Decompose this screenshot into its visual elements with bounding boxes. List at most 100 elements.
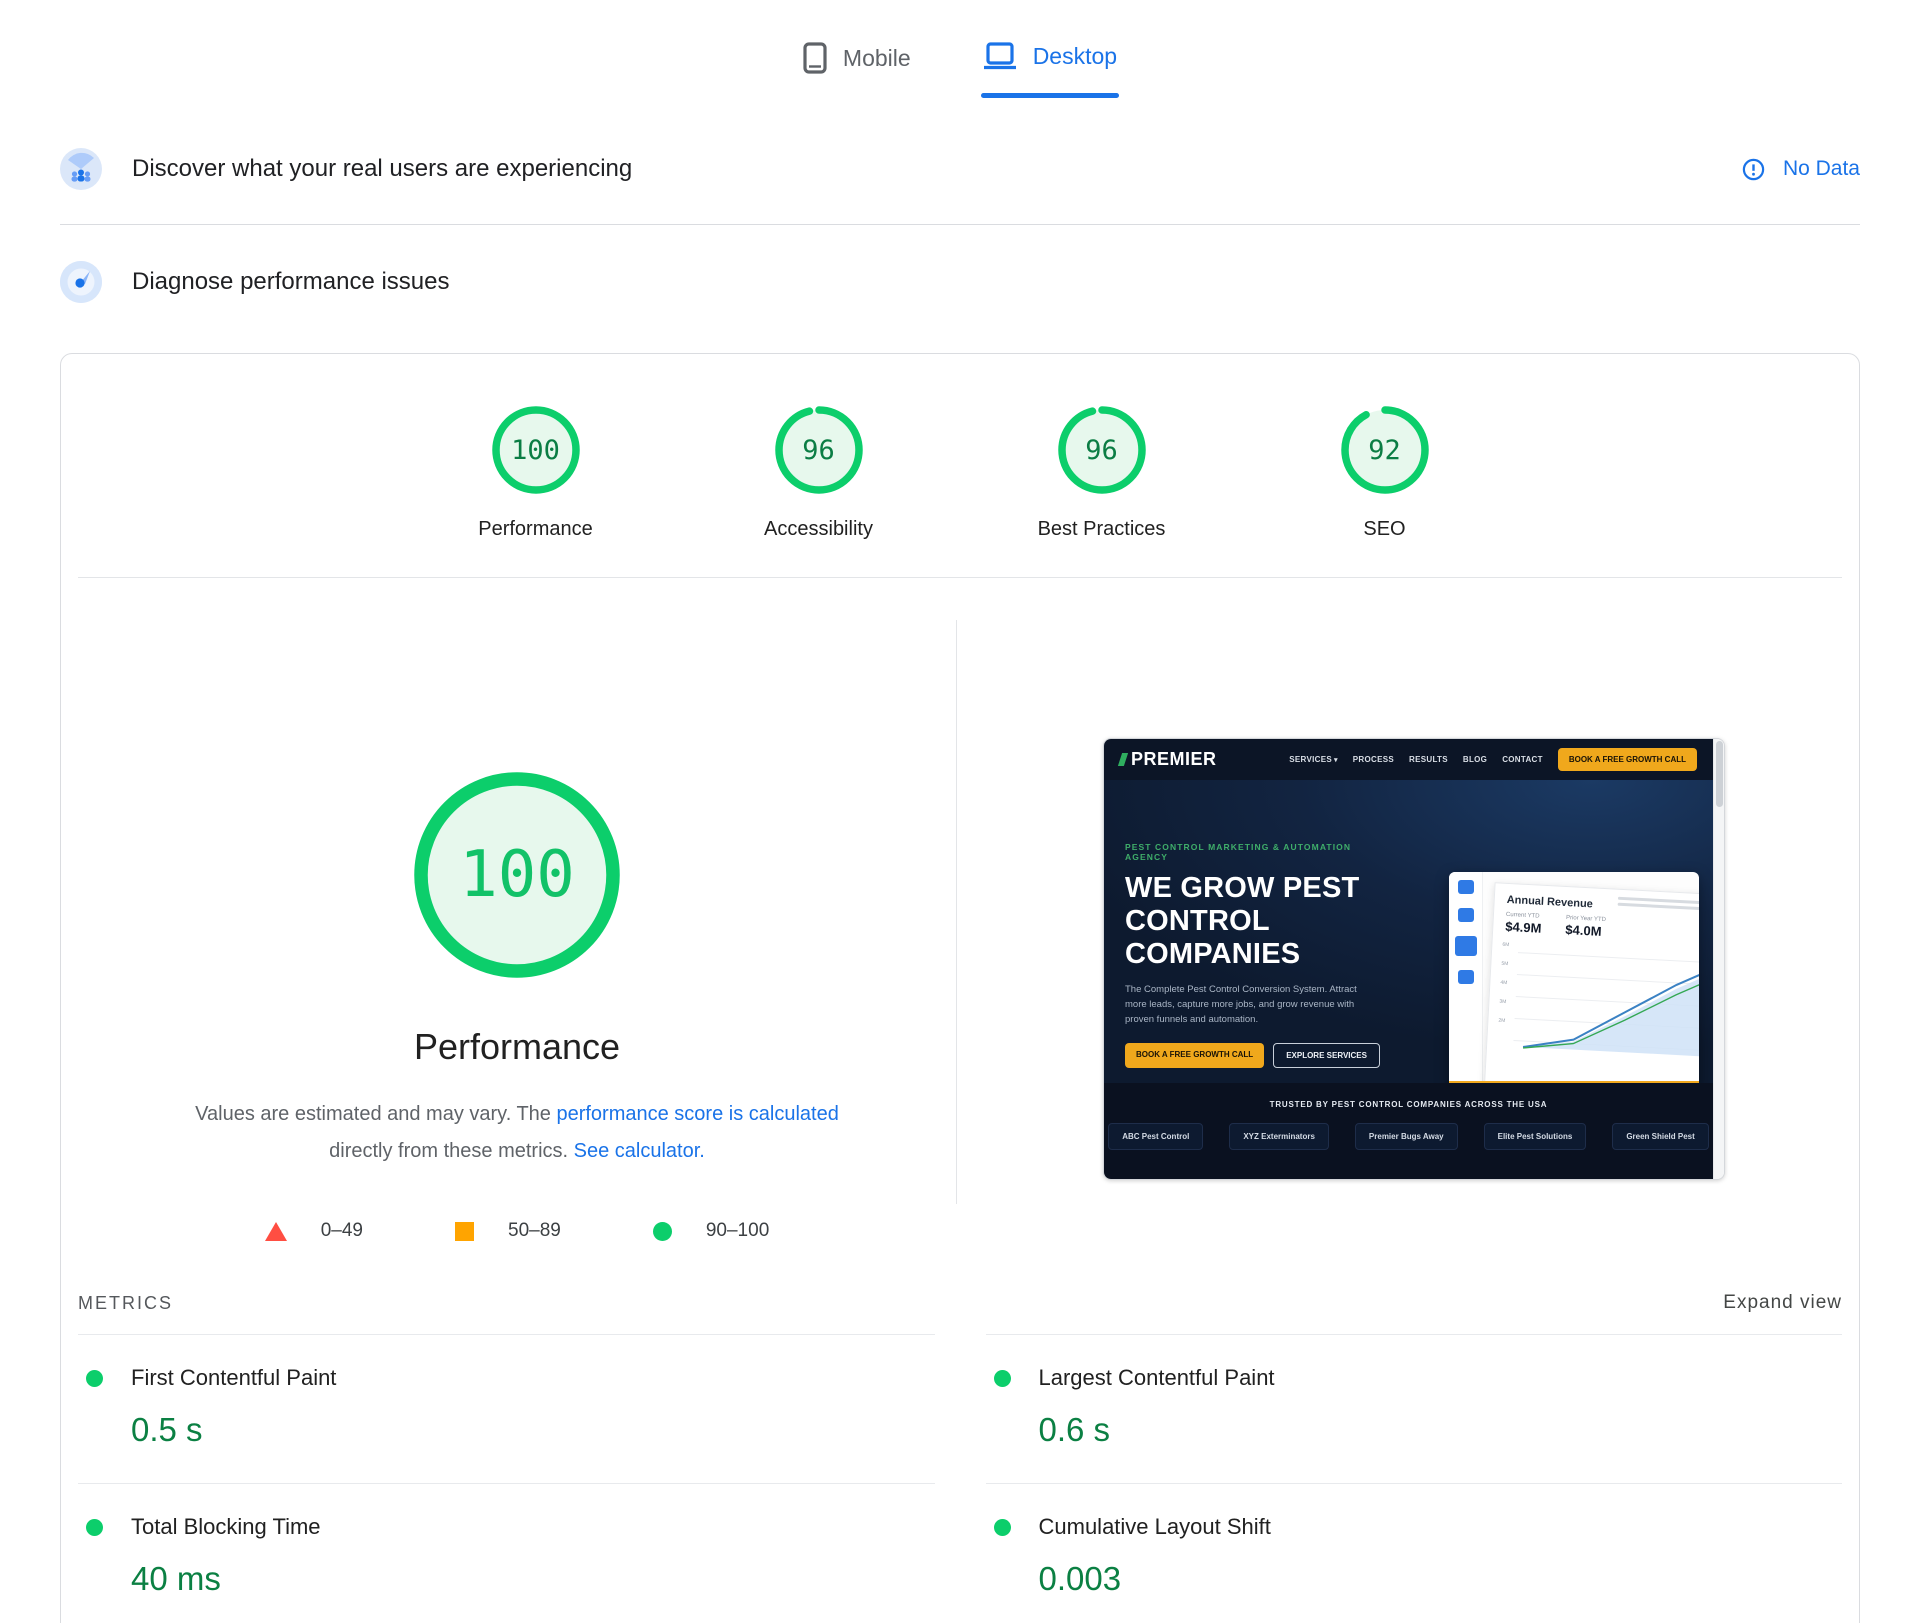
expand-view-button[interactable]: Expand view (1723, 1292, 1842, 1314)
real-users-icon (60, 148, 102, 190)
mobile-phone-icon (803, 42, 827, 74)
legend-average: 50–89 (455, 1220, 561, 1242)
gauge-performance-ring: 100 (490, 404, 582, 496)
metric-value: 0.5 s (131, 1411, 935, 1449)
metric-label: First Contentful Paint (131, 1365, 336, 1391)
metric-cumulative-layout-shift: Cumulative Layout Shift 0.003 (986, 1483, 1843, 1623)
sidebar-tile-icon (1458, 880, 1474, 894)
active-tab-underline (981, 93, 1119, 98)
screenshot-content: PREMIER SERVICES▾ PROCESS RESULTS BLOG C… (1104, 739, 1713, 1179)
performance-score-panel: 100 Performance Values are estimated and… (78, 578, 956, 1266)
tab-desktop[interactable]: Desktop (983, 42, 1117, 98)
metric-label: Total Blocking Time (131, 1514, 321, 1540)
pass-dot-icon (86, 1370, 103, 1387)
gauge-best-practices[interactable]: 96 Best Practices (1027, 404, 1177, 541)
red-triangle-icon (265, 1222, 287, 1241)
scrollbar-thumb[interactable] (1716, 741, 1723, 807)
gauge-performance[interactable]: 100 Performance (461, 404, 611, 541)
metric-first-contentful-paint: First Contentful Paint 0.5 s (78, 1334, 935, 1483)
metric-value: 40 ms (131, 1560, 935, 1598)
big-performance-score: 100 (408, 766, 626, 984)
metrics-header: METRICS Expand view (78, 1266, 1842, 1334)
hero-buttons: BOOK A FREE GROWTH CALL EXPLORE SERVICES (1125, 1043, 1390, 1068)
nav-process: PROCESS (1353, 755, 1394, 764)
premier-logo: PREMIER (1120, 749, 1217, 770)
disclaimer-text-1: Values are estimated and may vary. The (195, 1103, 556, 1125)
tab-mobile[interactable]: Mobile (803, 42, 911, 102)
legend-average-range: 50–89 (508, 1220, 561, 1242)
metric-total-blocking-time: Total Blocking Time 40 ms (78, 1483, 935, 1623)
metrics-title: METRICS (78, 1293, 173, 1314)
pass-dot-icon (86, 1519, 103, 1536)
trust-logo: XYZ Exterminators (1229, 1123, 1329, 1150)
green-circle-icon (653, 1222, 672, 1241)
tab-mobile-label: Mobile (843, 45, 911, 72)
trust-logo: ABC Pest Control (1108, 1123, 1203, 1150)
hero-eyebrow: PEST CONTROL MARKETING & AUTOMATION AGEN… (1125, 842, 1390, 862)
trust-logo: Premier Bugs Away (1355, 1123, 1458, 1150)
orange-square-icon (455, 1222, 474, 1241)
nav-blog: BLOG (1463, 755, 1487, 764)
page-screenshot-thumbnail[interactable]: PREMIER SERVICES▾ PROCESS RESULTS BLOG C… (1103, 738, 1725, 1180)
tab-desktop-label: Desktop (1033, 43, 1117, 70)
chevron-down-icon: ▾ (1334, 757, 1338, 764)
hero-copy: PEST CONTROL MARKETING & AUTOMATION AGEN… (1125, 842, 1390, 1083)
diagnose-compass-icon (60, 261, 102, 303)
nav-results: RESULTS (1409, 755, 1448, 764)
revenue-chart-y-axis: 6M 5M 4M 3M 2M (1498, 942, 1509, 1024)
performance-heading: Performance (414, 1026, 620, 1068)
metric-value: 0.003 (1039, 1560, 1843, 1598)
metric-label: Largest Contentful Paint (1039, 1365, 1275, 1391)
sidebar-tile-icon (1458, 970, 1474, 984)
premier-logo-text: PREMIER (1131, 749, 1217, 770)
revenue-chart: 6M 5M 4M 3M 2M (1499, 942, 1699, 1064)
hero-dashboard-card: Annual Revenue Current YTD $4.9M Prior Y… (1449, 872, 1699, 1083)
category-gauges-row: 100 Performance 96 Accessibility (78, 354, 1842, 577)
see-calculator-link[interactable]: See calculator. (574, 1140, 705, 1162)
gauge-accessibility-ring: 96 (773, 404, 865, 496)
revenue-stats: Current YTD $4.9M Prior Year YTD $4.0M (1505, 912, 1699, 944)
pagespeed-report-page: Mobile Desktop Di (0, 0, 1920, 1623)
metric-value: 0.6 s (1039, 1411, 1843, 1449)
dashboard-yellow-bar (1449, 1081, 1699, 1083)
score-legend: 0–49 50–89 90–100 (265, 1220, 770, 1242)
gauge-seo-ring: 92 (1339, 404, 1431, 496)
gauge-seo[interactable]: 92 SEO (1310, 404, 1460, 541)
no-data-label: No Data (1783, 157, 1860, 181)
field-data-section-header: Discover what your real users are experi… (60, 122, 1860, 224)
gauge-seo-score: 92 (1339, 404, 1431, 496)
gauge-best-practices-ring: 96 (1056, 404, 1148, 496)
nav-contact: CONTACT (1502, 755, 1543, 764)
hero-description: The Complete Pest Control Conversion Sys… (1125, 983, 1375, 1027)
screenshot-scrollbar[interactable] (1713, 739, 1724, 1179)
legend-pass: 90–100 (653, 1220, 769, 1242)
disclaimer-text-2: directly from these metrics. (329, 1140, 574, 1162)
premier-logo-icon (1118, 753, 1128, 766)
big-performance-gauge: 100 (408, 766, 626, 984)
nav-services: SERVICES▾ (1289, 755, 1338, 764)
performance-summary: 100 Performance Values are estimated and… (78, 578, 1842, 1266)
hero-primary-button: BOOK A FREE GROWTH CALL (1125, 1043, 1264, 1068)
gauge-best-practices-label: Best Practices (1038, 518, 1166, 541)
lighthouse-report-card: 100 Performance 96 Accessibility (60, 353, 1860, 1623)
device-tabbar: Mobile Desktop (0, 0, 1920, 122)
score-calc-link[interactable]: performance score is calculated (556, 1103, 838, 1125)
gauge-accessibility-score: 96 (773, 404, 865, 496)
current-ytd-value: $4.9M (1505, 919, 1542, 936)
lab-section-title: Diagnose performance issues (132, 268, 450, 296)
metric-largest-contentful-paint: Largest Contentful Paint 0.6 s (986, 1334, 1843, 1483)
info-alert-icon (1742, 158, 1765, 181)
gauge-performance-score: 100 (490, 404, 582, 496)
pass-dot-icon (994, 1370, 1011, 1387)
sidebar-tile-icon (1458, 908, 1474, 922)
legend-fail-range: 0–49 (321, 1220, 363, 1242)
gauge-accessibility[interactable]: 96 Accessibility (744, 404, 894, 541)
field-data-title: Discover what your real users are experi… (132, 155, 632, 183)
legend-pass-range: 90–100 (706, 1220, 769, 1242)
no-data-link[interactable]: No Data (1742, 157, 1860, 181)
metric-label: Cumulative Layout Shift (1039, 1514, 1271, 1540)
screenshot-nav: SERVICES▾ PROCESS RESULTS BLOG CONTACT B… (1289, 748, 1697, 771)
dashboard-sidebar (1449, 872, 1483, 1083)
screenshot-panel: PREMIER SERVICES▾ PROCESS RESULTS BLOG C… (957, 578, 1842, 1266)
gauge-best-practices-score: 96 (1056, 404, 1148, 496)
